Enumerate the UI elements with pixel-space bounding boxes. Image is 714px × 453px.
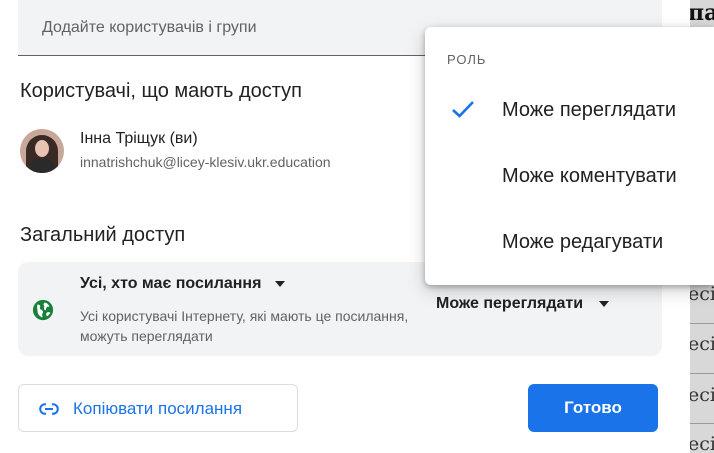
link-access-description: Усі користувачі Інтернету, які мають це … <box>80 308 409 344</box>
role-option-commenter[interactable]: Може коментувати <box>425 148 714 204</box>
role-option-editor[interactable]: Може редагувати <box>425 214 714 270</box>
background-doc-text: есі <box>688 433 714 453</box>
role-option-label: Може редагувати <box>502 231 664 253</box>
background-table-line <box>688 323 714 324</box>
role-menu: РОЛЬ Може переглядати Може коментувати М… <box>425 27 714 285</box>
user-email: innatrishchuk@licey-klesiv.ukr.education <box>80 154 331 170</box>
people-with-access-title: Користувачі, що мають доступ <box>20 80 303 102</box>
role-dropdown-label: Може переглядати <box>436 295 584 312</box>
background-doc-text: есі <box>688 333 714 355</box>
background-doc-text: есі <box>688 283 714 305</box>
background-table-line <box>688 423 714 424</box>
done-button[interactable]: Готово <box>528 384 658 432</box>
copy-link-button[interactable]: Копіювати посилання <box>18 384 298 432</box>
role-menu-header: РОЛЬ <box>447 52 487 67</box>
copy-link-label: Копіювати посилання <box>73 399 243 418</box>
chevron-down-icon <box>275 280 286 287</box>
link-icon <box>39 403 59 415</box>
user-row: Інна Тріщук (ви) innatrishchuk@licey-kle… <box>20 126 420 176</box>
avatar <box>20 129 64 173</box>
background-doc-top-text: па <box>688 0 714 26</box>
background-doc-text: есі <box>688 384 714 406</box>
background-table-line <box>688 373 714 374</box>
chevron-down-icon <box>599 300 610 307</box>
role-dropdown[interactable]: Може переглядати <box>436 295 610 313</box>
role-option-viewer[interactable]: Може переглядати <box>425 82 714 138</box>
general-access-title: Загальний доступ <box>20 224 186 246</box>
role-option-label: Може коментувати <box>502 165 677 187</box>
checkmark-icon <box>452 101 474 118</box>
role-option-label: Може переглядати <box>502 99 677 121</box>
user-name: Інна Тріщук (ви) <box>80 130 198 147</box>
link-access-label: Усі, хто має посилання <box>80 275 262 292</box>
globe-icon <box>32 299 54 321</box>
link-access-dropdown[interactable]: Усі, хто має посилання <box>80 275 286 293</box>
